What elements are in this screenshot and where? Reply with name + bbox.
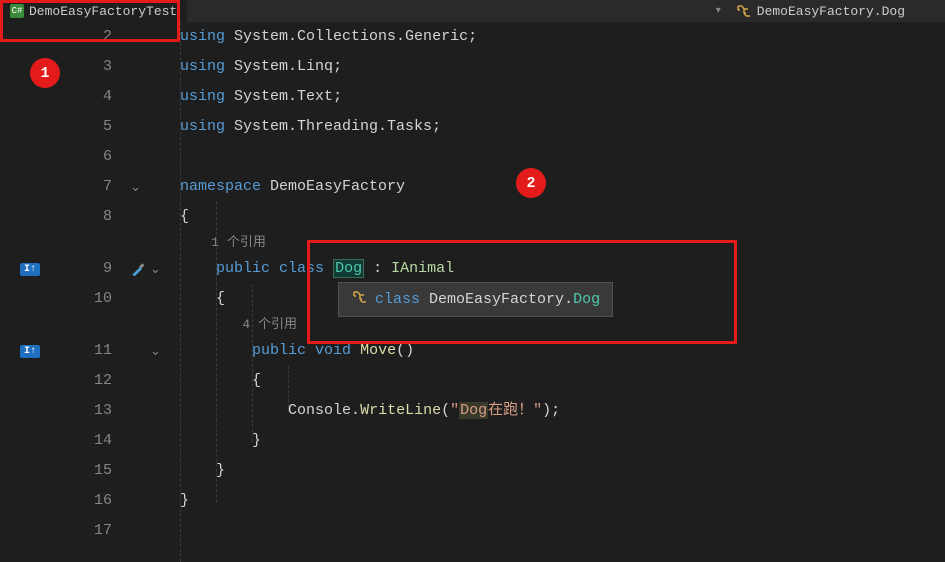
code-line: } xyxy=(180,486,945,516)
file-tab-title: DemoEasyFactoryTest xyxy=(29,4,177,19)
file-tab[interactable]: C# DemoEasyFactoryTest xyxy=(0,0,187,22)
code-line: using System.Text; xyxy=(180,82,945,112)
breadcrumb[interactable]: ▾ DemoEasyFactory.Dog xyxy=(716,3,945,19)
code-line xyxy=(180,516,945,546)
breadcrumb-text: DemoEasyFactory.Dog xyxy=(757,4,905,19)
line-number-gutter: 2 3 4 5 6 7 8 9 10 11 12 13 14 15 16 17 xyxy=(60,22,130,546)
fold-column: ⌄ ⌄ ⌄ xyxy=(130,22,180,546)
class-icon xyxy=(735,3,751,19)
csharp-file-icon: C# xyxy=(10,4,24,18)
margin-column: I↑ I↑ xyxy=(0,22,60,546)
code-line: public class Dog : IAnimal xyxy=(180,254,945,284)
code-line: } xyxy=(180,456,945,486)
code-line: using System.Linq; xyxy=(180,52,945,82)
fold-chevron-icon[interactable]: ⌄ xyxy=(130,180,141,195)
codelens-references[interactable]: 4 个引用 xyxy=(180,314,945,336)
codelens-references[interactable]: 1 个引用 xyxy=(180,232,945,254)
class-icon xyxy=(351,289,367,310)
dropdown-icon[interactable]: ▾ xyxy=(716,5,721,17)
code-line xyxy=(180,142,945,172)
class-name-token: Dog xyxy=(333,259,364,278)
fold-chevron-icon[interactable]: ⌄ xyxy=(150,262,161,277)
implement-badge[interactable]: I↑ xyxy=(20,345,40,358)
code-line: public void Move() xyxy=(180,336,945,366)
code-line: Console.WriteLine("Dog在跑！"); xyxy=(180,396,945,426)
tab-bar: C# DemoEasyFactoryTest ▾ DemoEasyFactory… xyxy=(0,0,945,22)
implement-badge[interactable]: I↑ xyxy=(20,263,40,276)
fold-chevron-icon[interactable]: ⌄ xyxy=(150,344,161,359)
code-line: using System.Collections.Generic; xyxy=(180,22,945,52)
lightbulb-icon[interactable] xyxy=(130,261,146,277)
annotation-badge-1: 1 xyxy=(30,58,60,88)
code-line: } xyxy=(180,426,945,456)
code-line: namespace DemoEasyFactory xyxy=(180,172,945,202)
hover-tooltip: class DemoEasyFactory.Dog xyxy=(338,282,613,317)
annotation-badge-2: 2 xyxy=(516,168,546,198)
code-line: { xyxy=(180,366,945,396)
code-line: using System.Threading.Tasks; xyxy=(180,112,945,142)
code-line: { xyxy=(180,202,945,232)
